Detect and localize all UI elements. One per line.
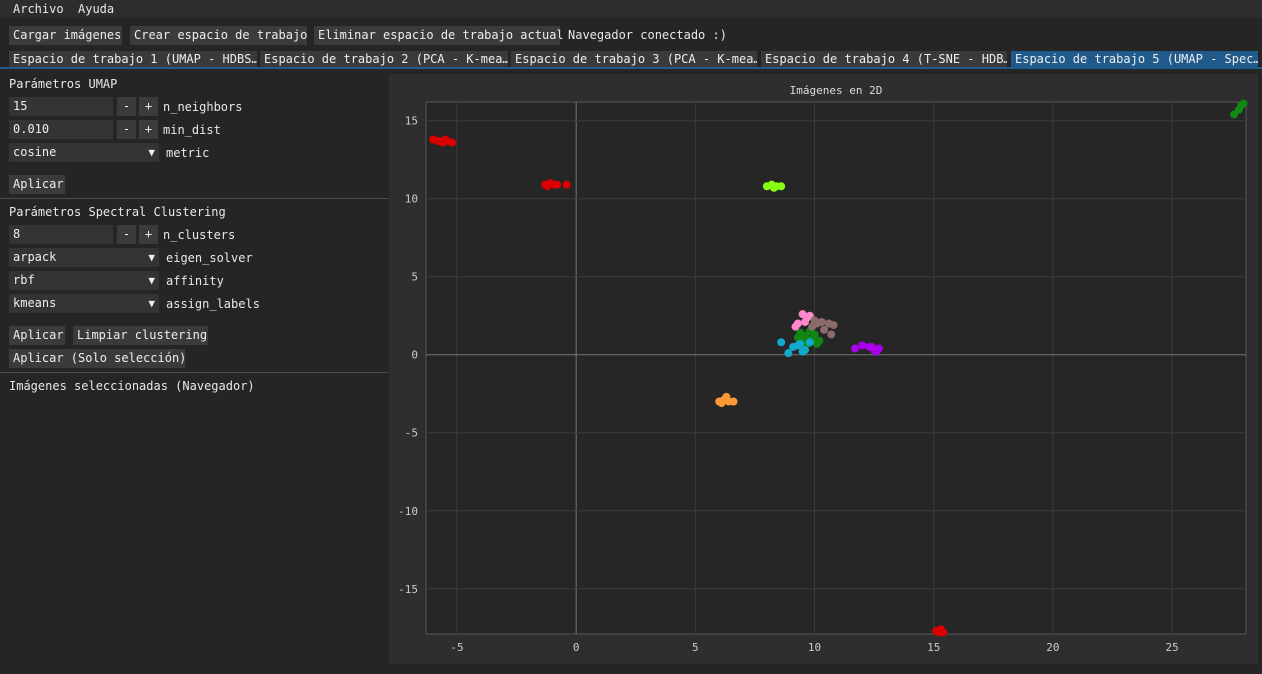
chevron-down-icon: ▼ [148, 274, 155, 287]
chevron-down-icon: ▼ [148, 146, 155, 159]
data-point [562, 180, 571, 189]
data-point [805, 338, 814, 347]
data-point [1239, 99, 1248, 108]
data-point [808, 322, 817, 331]
data-point [829, 321, 838, 330]
y-tick-label: 15 [405, 115, 418, 128]
data-point [820, 325, 829, 334]
delete-workspace-button[interactable]: Eliminar espacio de trabajo actual [314, 26, 564, 45]
data-point [827, 330, 836, 339]
y-tick-label: 10 [405, 193, 418, 206]
umap-header: Parámetros UMAP [9, 77, 118, 91]
menu-help[interactable]: Ayuda [78, 2, 114, 16]
y-tick-label: 5 [411, 271, 418, 284]
spectral-apply-button[interactable]: Aplicar [9, 326, 65, 345]
tab-workspace-4[interactable]: Espacio de trabajo 4 (T-SNE - HDB… [761, 51, 1007, 68]
eigen-solver-label: eigen_solver [166, 251, 253, 265]
assign-labels-value: kmeans [13, 296, 57, 310]
n-neighbors-label: n_neighbors [163, 100, 243, 114]
x-tick-label: -5 [450, 641, 463, 654]
x-tick-label: 10 [808, 641, 821, 654]
load-images-button[interactable]: Cargar imágenes [9, 26, 122, 45]
n-clusters-increment[interactable]: + [139, 225, 158, 244]
n-clusters-label: n_clusters [163, 228, 236, 242]
data-point [791, 322, 800, 331]
data-point [796, 339, 805, 348]
umap-apply-button[interactable]: Aplicar [9, 175, 65, 194]
connection-status: Navegador conectado :) [568, 28, 727, 42]
chart-title: Imágenes en 2D [790, 84, 883, 97]
x-tick-label: 25 [1165, 641, 1178, 654]
chevron-down-icon: ▼ [148, 297, 155, 310]
spectral-header: Parámetros Spectral Clustering [9, 205, 226, 219]
create-workspace-button[interactable]: Crear espacio de trabajo [130, 26, 307, 45]
n-neighbors-decrement[interactable]: - [117, 97, 136, 116]
plot-panel[interactable]: Imágenes en 2D -5 0 5 10 15 20 25 -15 -10 -5 0 5 10 15 [389, 74, 1258, 664]
min-dist-decrement[interactable]: - [117, 120, 136, 139]
apply-selection-button[interactable]: Aplicar (Solo selección) [9, 349, 186, 368]
y-tick-label: -5 [405, 427, 418, 440]
tab-underline [0, 67, 1262, 69]
affinity-select[interactable]: rbf ▼ [9, 271, 159, 290]
n-clusters-input[interactable]: 8 [9, 225, 113, 244]
y-tick-label: -15 [398, 583, 418, 596]
data-point [777, 182, 786, 191]
clear-clustering-button[interactable]: Limpiar clustering [73, 326, 208, 345]
chevron-down-icon: ▼ [148, 251, 155, 264]
data-point [553, 180, 562, 189]
tab-workspace-5[interactable]: Espacio de trabajo 5 (UMAP - Spec… [1011, 51, 1258, 68]
data-point [934, 628, 943, 637]
metric-value: cosine [13, 145, 57, 159]
data-point [448, 138, 457, 147]
n-neighbors-increment[interactable]: + [139, 97, 158, 116]
data-point [717, 399, 726, 408]
eigen-solver-value: arpack [13, 250, 57, 264]
min-dist-increment[interactable]: + [139, 120, 158, 139]
tab-workspace-3[interactable]: Espacio de trabajo 3 (PCA - K-mea… [511, 51, 757, 68]
n-clusters-decrement[interactable]: - [117, 225, 136, 244]
menu-file[interactable]: Archivo [13, 2, 64, 16]
metric-label: metric [166, 146, 210, 160]
data-point [777, 338, 786, 347]
tab-workspace-2[interactable]: Espacio de trabajo 2 (PCA - K-mea… [260, 51, 508, 68]
data-point [867, 342, 876, 351]
eigen-solver-select[interactable]: arpack ▼ [9, 248, 159, 267]
x-tick-label: 20 [1046, 641, 1059, 654]
scatter-plot[interactable]: Imágenes en 2D -5 0 5 10 15 20 25 -15 -10 -5 0 5 10 15 [389, 74, 1258, 664]
x-tick-label: 5 [692, 641, 699, 654]
selected-images-label: Imágenes seleccionadas (Navegador) [9, 379, 255, 393]
data-point [810, 330, 819, 339]
data-point [851, 344, 860, 353]
data-point [770, 183, 779, 192]
y-tick-label: -10 [398, 505, 418, 518]
data-point [798, 347, 807, 356]
data-point [729, 397, 738, 406]
min-dist-label: min_dist [163, 123, 221, 137]
affinity-label: affinity [166, 274, 224, 288]
tab-workspace-1[interactable]: Espacio de trabajo 1 (UMAP - HDBS… [9, 51, 257, 68]
y-tick-label: 0 [411, 349, 418, 362]
assign-labels-select[interactable]: kmeans ▼ [9, 294, 159, 313]
x-tick-label: 0 [573, 641, 580, 654]
data-point [812, 339, 821, 348]
section-divider [0, 198, 389, 199]
n-neighbors-input[interactable]: 15 [9, 97, 113, 116]
metric-select[interactable]: cosine ▼ [9, 143, 159, 162]
min-dist-input[interactable]: 0.010 [9, 120, 113, 139]
data-point [543, 182, 552, 191]
x-tick-label: 15 [927, 641, 940, 654]
affinity-value: rbf [13, 273, 35, 287]
section-divider [0, 372, 389, 373]
menu-bar: Archivo Ayuda [0, 0, 1262, 18]
assign-labels-label: assign_labels [166, 297, 260, 311]
data-point [858, 341, 867, 350]
data-point [441, 135, 450, 144]
